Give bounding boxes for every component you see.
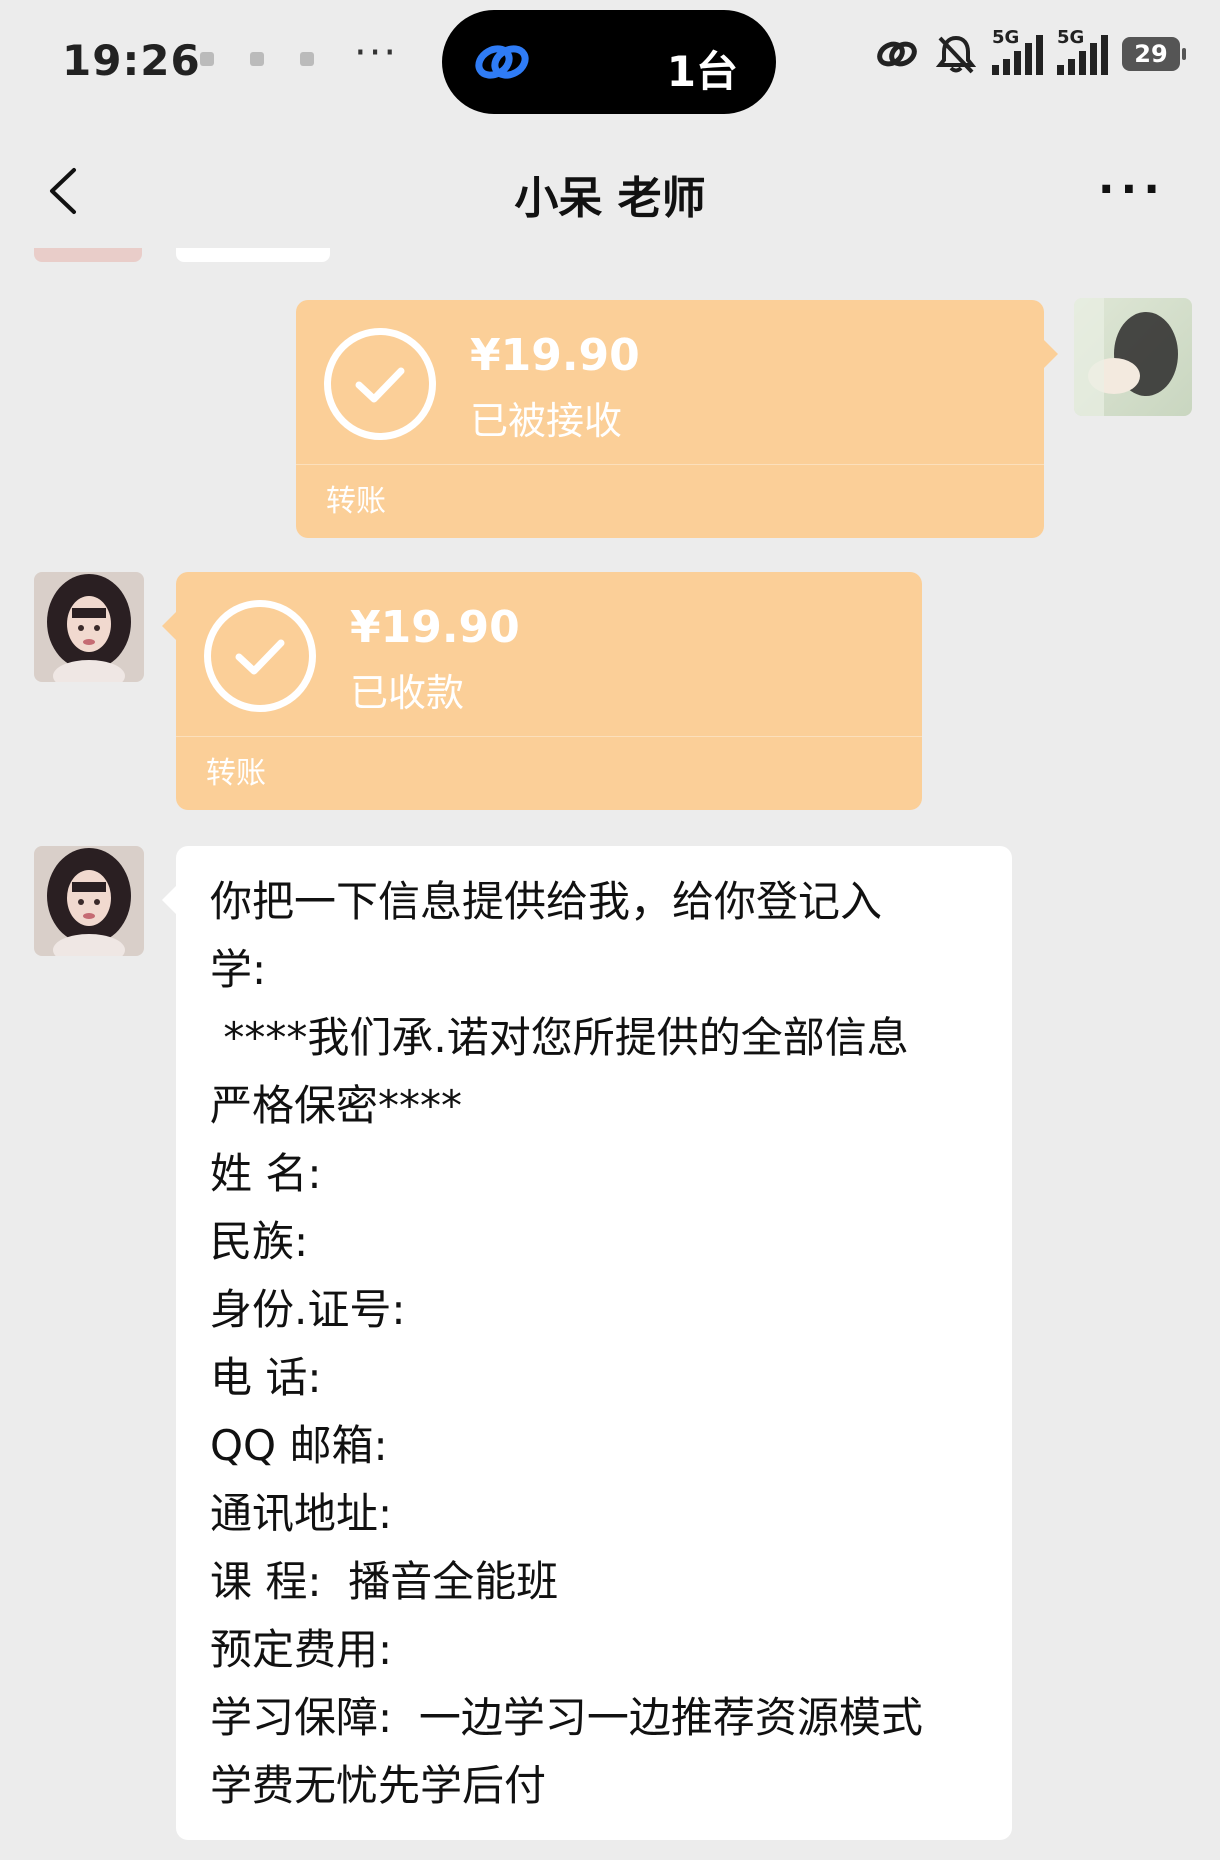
status-bar: 19:26 ··· 1台 5G 5G 29	[0, 0, 1220, 120]
transfer-amount: ¥19.90	[350, 602, 520, 653]
teacher-avatar[interactable]	[34, 572, 144, 682]
battery-icon: 29	[1122, 37, 1186, 71]
message-line: 民族:	[210, 1217, 309, 1266]
message-line: 姓 名:	[210, 1149, 322, 1198]
received-transfer-bubble[interactable]: ¥19.90 已收款 转账	[162, 572, 922, 810]
signal-icon-1: 5G	[992, 27, 1043, 75]
teacher-avatar[interactable]	[34, 846, 144, 956]
my-avatar[interactable]	[1074, 298, 1192, 416]
status-time: 19:26	[62, 36, 201, 85]
more-options-icon[interactable]: ···	[1098, 168, 1166, 212]
transfer-status: 已收款	[350, 671, 465, 715]
link-status-icon	[877, 41, 917, 67]
notification-icon	[300, 52, 314, 66]
transfer-status: 已被接收	[470, 399, 623, 443]
signal-icon-2: 5G	[1057, 27, 1108, 75]
system-icons: 5G 5G 29	[874, 27, 1186, 76]
mute-bell-icon	[935, 35, 977, 74]
transfer-label: 转账	[206, 756, 266, 791]
notification-icon	[250, 52, 264, 66]
message-line: 严格保密****	[210, 1081, 463, 1130]
message-line: 预定费用:	[210, 1625, 393, 1674]
message-line: 你把一下信息提供给我，给你登记入	[210, 877, 883, 926]
notification-icons	[200, 52, 314, 66]
more-notifications-icon: ···	[354, 30, 399, 76]
dynamic-island[interactable]: 1台	[442, 10, 776, 114]
message-bubble-remnant	[176, 248, 330, 262]
message-line: 身份.证号:	[210, 1285, 406, 1334]
transfer-amount: ¥19.90	[470, 330, 640, 381]
message-line: 电 话:	[210, 1353, 322, 1402]
check-circle-icon	[324, 328, 436, 440]
message-line: 学费无忧先学后付	[210, 1761, 547, 1810]
message-line: 通讯地址:	[210, 1489, 393, 1538]
message-line: 学:	[210, 945, 267, 994]
message-line: 学习保障: 一边学习一边推荐资源模式	[210, 1693, 923, 1742]
island-text: 1台	[666, 47, 738, 96]
sent-transfer-bubble[interactable]: ¥19.90 已被接收 转账	[296, 300, 1058, 538]
message-line: QQ 邮箱:	[210, 1421, 388, 1470]
avatar-remnant	[34, 248, 142, 262]
message-text: 你把一下信息提供给我，给你登记入 学: ****我们承.诺对您所提供的全部信息 …	[210, 868, 923, 1820]
transfer-divider	[176, 736, 922, 737]
chat-header: 小呆 老师 ···	[0, 120, 1220, 260]
transfer-divider	[296, 464, 1044, 465]
message-line: ****我们承.诺对您所提供的全部信息	[210, 1013, 909, 1062]
message-line: 课 程: 播音全能班	[210, 1557, 559, 1606]
chat-title: 小呆 老师	[514, 173, 706, 224]
check-circle-icon	[204, 600, 316, 712]
link-icon	[475, 45, 529, 79]
transfer-label: 转账	[326, 484, 386, 519]
text-message-bubble[interactable]: 你把一下信息提供给我，给你登记入 学: ****我们承.诺对您所提供的全部信息 …	[162, 846, 1012, 1840]
notification-icon	[200, 52, 214, 66]
